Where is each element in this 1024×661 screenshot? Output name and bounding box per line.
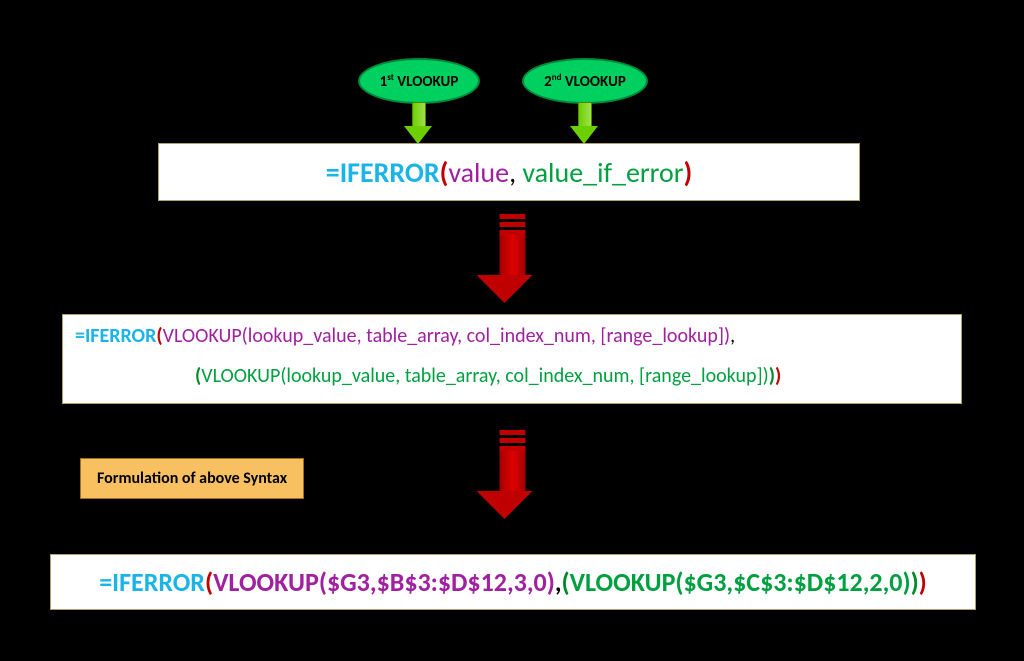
formula-box-final: =IFERROR(VLOOKUP($G3,$B$3:$D$12,3,0),(VL… [50, 554, 976, 610]
formula2-line1: =IFERROR(VLOOKUP(lookup_value, table_arr… [75, 323, 949, 349]
formula-box-nested-syntax: =IFERROR(VLOOKUP(lookup_value, table_arr… [62, 314, 962, 404]
badge1-text: 1st VLOOKUP [380, 72, 459, 91]
green-arrow-2-head [570, 126, 598, 144]
badge-first-vlookup: 1st VLOOKUP [358, 58, 480, 104]
formula3-text: =IFERROR(VLOOKUP($G3,$B$3:$D$12,3,0),(VL… [99, 566, 927, 598]
badge-second-vlookup: 2nd VLOOKUP [522, 58, 648, 104]
badge2-text: 2nd VLOOKUP [544, 72, 626, 91]
label-formulation-text: Formulation of above Syntax [97, 469, 287, 488]
green-arrow-2-body [578, 102, 592, 127]
formula1-text: =IFERROR(value, value_if_error) [326, 155, 693, 190]
formula2-line2: (VLOOKUP(lookup_value, table_array, col_… [75, 349, 949, 389]
green-arrow-1-body [412, 102, 426, 127]
green-arrow-1-head [404, 126, 432, 144]
red-arrow-2 [492, 430, 533, 519]
label-formulation: Formulation of above Syntax [80, 458, 304, 499]
red-arrow-1 [492, 214, 533, 303]
formula-box-iferror-syntax: =IFERROR(value, value_if_error) [158, 143, 860, 201]
